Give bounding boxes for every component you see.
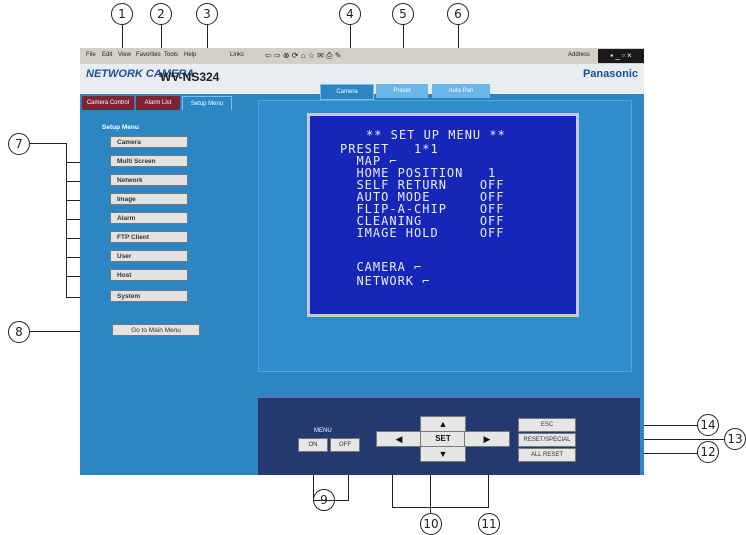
menu-favorites[interactable]: Favorites	[136, 52, 161, 58]
callout-6: 6	[447, 3, 469, 25]
tab-preset[interactable]: Preset	[376, 84, 428, 98]
setup-image-button[interactable]: Image	[110, 193, 188, 205]
callout-12: 12	[697, 441, 719, 463]
model-name: WV-NS324	[160, 70, 220, 84]
setup-host-button[interactable]: Host	[110, 269, 188, 281]
setup-network-button[interactable]: Network	[110, 174, 188, 186]
menu-off-button[interactable]: OFF	[330, 438, 360, 452]
setup-menu-screen: ** SET UP MENU ** PRESET 1*1 MAP ⌐ HOME …	[307, 113, 579, 317]
callout-2: 2	[150, 3, 172, 25]
menu-tools[interactable]: Tools	[164, 52, 178, 58]
leader-11-b	[392, 507, 489, 508]
setup-menu-title: Setup Menu	[102, 124, 139, 131]
setup-alarm-button[interactable]: Alarm	[110, 212, 188, 224]
setup-sidebar: Setup Menu Camera Multi Screen Network I…	[80, 110, 232, 475]
toolbar-icons[interactable]: ⇦ ⇨ ⊗ ⟳ ⌂ ☆ ✉ ⎙ ✎	[265, 51, 341, 61]
setup-ftp-client-button[interactable]: FTP Client	[110, 231, 188, 243]
go-to-main-menu-button[interactable]: Go to Main Menu	[112, 324, 200, 336]
setup-system-button[interactable]: System	[110, 290, 188, 302]
up-arrow-button[interactable]: ▲	[420, 416, 466, 432]
callout-11: 11	[478, 513, 500, 535]
callout-8: 8	[8, 321, 30, 343]
reset-special-button[interactable]: RESET/SPECIAL	[518, 433, 576, 447]
tab-auto-pan[interactable]: Auto Pan	[432, 84, 490, 98]
setup-camera-button[interactable]: Camera	[110, 136, 188, 148]
tab-camera-control[interactable]: Camera Control	[82, 96, 134, 110]
esc-button[interactable]: ESC	[518, 418, 576, 432]
leader-9-b	[313, 500, 349, 501]
leader-7-v	[66, 143, 67, 298]
left-arrow-button[interactable]: ◀	[376, 431, 422, 447]
callout-10: 10	[420, 513, 442, 535]
right-arrow-button[interactable]: ▶	[464, 431, 510, 447]
browser-window: File Edit View Favorites Tools Help Link…	[80, 48, 644, 475]
callout-1: 1	[111, 3, 133, 25]
callout-13: 13	[724, 428, 746, 450]
menu-edit[interactable]: Edit	[102, 52, 112, 58]
menu-line: IMAGE HOLD OFF	[340, 226, 505, 240]
leader-7-h	[29, 143, 66, 144]
control-panel: MENU ON OFF ▲ ◀ SET ▶ ▼ ESC RESET/SPECIA…	[258, 396, 640, 475]
down-arrow-button[interactable]: ▼	[420, 446, 466, 462]
camera-menu-title: ** SET UP MENU **	[366, 128, 506, 142]
callout-7: 7	[8, 133, 30, 155]
tab-camera[interactable]: Camera	[320, 84, 374, 100]
setup-multi-screen-button[interactable]: Multi Screen	[110, 155, 188, 167]
menu-file[interactable]: File	[86, 52, 96, 58]
all-reset-button[interactable]: ALL RESET	[518, 448, 576, 462]
menu-line: CAMERA ⌐	[340, 260, 423, 274]
camera-view-panel: ** SET UP MENU ** PRESET 1*1 MAP ⌐ HOME …	[258, 100, 632, 372]
set-button[interactable]: SET	[420, 431, 466, 447]
callout-4: 4	[339, 3, 361, 25]
callout-14: 14	[697, 414, 719, 436]
menu-label: MENU	[314, 428, 332, 434]
window-controls[interactable]: ▪ _ ▫ ×	[598, 49, 644, 63]
address-label: Address	[568, 52, 591, 58]
panasonic-logo: Panasonic	[582, 68, 638, 80]
callout-5: 5	[392, 3, 414, 25]
links-label[interactable]: Links	[230, 52, 244, 58]
callout-3: 3	[196, 3, 218, 25]
setup-user-button[interactable]: User	[110, 250, 188, 262]
browser-menubar: File Edit View Favorites Tools Help Link…	[80, 48, 644, 64]
menu-on-button[interactable]: ON	[298, 438, 328, 452]
menu-line: NETWORK ⌐	[340, 274, 431, 288]
menu-help[interactable]: Help	[184, 52, 196, 58]
tab-alarm-list[interactable]: Alarm List	[136, 96, 180, 110]
menu-view[interactable]: View	[118, 52, 131, 58]
